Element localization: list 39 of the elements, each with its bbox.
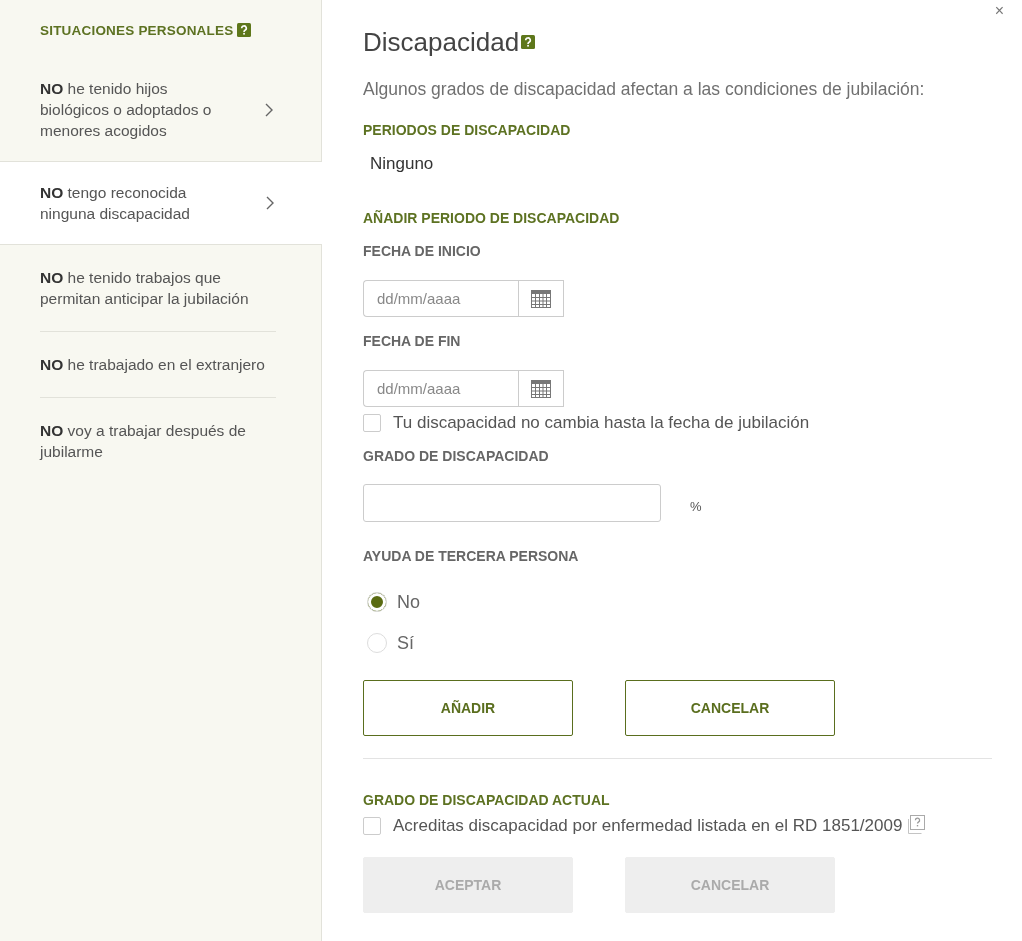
calendar-button[interactable] <box>518 280 564 317</box>
checkbox-label: Acreditas discapacidad por enfermedad listada en el RD 1851/2009 <box>393 815 903 837</box>
help-icon[interactable] <box>521 35 536 49</box>
chevron-right-icon <box>266 196 274 210</box>
checkbox[interactable] <box>363 414 381 432</box>
help-icon[interactable] <box>905 814 926 834</box>
section-heading: AÑADIR PERIODO DE DISCAPACIDAD <box>363 209 620 227</box>
radio-button[interactable] <box>367 592 387 612</box>
calendar-button[interactable] <box>518 370 564 407</box>
calendar-icon <box>531 379 551 398</box>
add-button[interactable]: AÑADIR <box>363 680 573 736</box>
radio-label: No <box>397 591 420 614</box>
date-input[interactable]: dd/mm/aaaa <box>363 280 518 317</box>
cancel-button[interactable]: CANCELAR <box>625 680 835 736</box>
radio-label: Sí <box>397 632 414 655</box>
percentage-input[interactable] <box>363 484 661 522</box>
section-heading: GRADO DE DISCAPACIDAD ACTUAL <box>363 791 610 809</box>
date-input[interactable]: dd/mm/aaaa <box>363 370 518 407</box>
dialog-title: Discapacidad <box>363 27 520 57</box>
periods-value: Ninguno <box>369 153 434 175</box>
radio-button[interactable] <box>367 633 387 653</box>
field-label: FECHA DE INICIO <box>363 242 481 260</box>
field-label: GRADO DE DISCAPACIDAD <box>363 447 549 465</box>
intro-text: Algunos grados de discapacidad afectan a las condiciones de jubilación: <box>363 78 926 101</box>
checkbox-label: Tu discapacidad no cambia hasta la fecha de jubilación <box>393 412 810 434</box>
sidebar-item[interactable]: NO voy a trabajar después de jubilarme <box>40 397 276 484</box>
unit-label: % <box>690 498 702 514</box>
calendar-icon <box>531 289 551 308</box>
field-label: AYUDA DE TERCERA PERSONA <box>363 547 579 565</box>
chevron-right-icon <box>265 102 273 117</box>
checkbox[interactable] <box>363 817 381 835</box>
section-heading: PERIODOS DE DISCAPACIDAD <box>363 121 571 139</box>
sidebar-item[interactable]: NO he tenido trabajos que permitan anticipar la jubilación <box>40 245 276 331</box>
sidebar-title: SITUACIONES PERSONALES <box>40 22 234 40</box>
sidebar-item[interactable]: NO he trabajado en el extranjero <box>40 331 276 397</box>
field-label: FECHA DE FIN <box>363 332 461 350</box>
help-icon[interactable] <box>237 23 252 37</box>
sidebar-item[interactable]: NO tengo reconocida ninguna discapacidad <box>0 162 322 245</box>
close-button[interactable]: × <box>992 1 1006 21</box>
